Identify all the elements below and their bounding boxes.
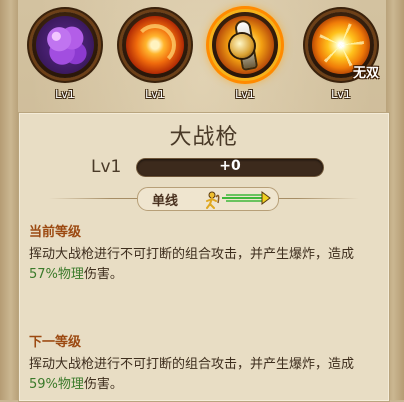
target-type-tag: 单线 <box>137 187 279 211</box>
skill-level-label: Lv1 <box>235 88 255 101</box>
fire-swirl-icon <box>126 16 184 74</box>
current-level-heading: 当前等级 <box>29 225 82 240</box>
desc-text-end: 伤害。 <box>83 267 123 282</box>
exp-progress-bar: +0 <box>137 158 323 176</box>
skill-title: 大战枪 <box>169 125 239 150</box>
target-type-label: 单线 <box>152 194 179 209</box>
skill-slot-burst[interactable]: 无双 Lv1 <box>303 12 379 104</box>
current-level-desc: 挥动大战枪进行不可打断的组合攻击，并产生爆炸，造成 57%物理伤害。 <box>29 245 379 285</box>
skill-slot-fire[interactable]: Lv1 <box>117 12 193 104</box>
spear-warrior-icon <box>216 16 274 74</box>
skill-slot-purple[interactable]: Lv1 <box>27 12 103 104</box>
skill-level: Lv1 <box>91 157 122 177</box>
skill-icon-frame <box>212 12 278 78</box>
damage-type: 物理 <box>57 377 84 392</box>
exp-value: +0 <box>219 158 241 174</box>
skill-icon-frame <box>122 12 188 78</box>
archer-arrow-icon <box>206 191 271 209</box>
skill-level-label: Lv1 <box>145 88 165 101</box>
warrior-helm <box>230 34 254 58</box>
next-level-heading: 下一等级 <box>29 335 82 350</box>
ultimate-badge: 无双 <box>352 66 379 81</box>
damage-type: 物理 <box>57 267 84 282</box>
skill-slot-spear-selected[interactable]: Lv1 <box>207 12 283 104</box>
desc-text-end: 伤害。 <box>83 377 123 392</box>
skill-icon-frame <box>32 12 98 78</box>
skill-detail-panel: 大战枪 Lv1 +0 单线 当前等级 挥动大战枪进行不可打断的组合攻击，并产生爆… <box>18 112 390 402</box>
skill-row: Lv1 Lv1 Lv1 无双 Lv1 <box>0 0 404 110</box>
skill-level-label: Lv1 <box>331 88 351 101</box>
purple-cloud-icon <box>36 16 94 74</box>
skill-level-label: Lv1 <box>55 88 75 101</box>
next-level-desc: 挥动大战枪进行不可打断的组合攻击，并产生爆炸，造成 59%物理伤害。 <box>29 355 379 395</box>
desc-text: 挥动大战枪进行不可打断的组合攻击，并产生爆炸，造成 <box>29 247 355 262</box>
damage-percent: 57% <box>29 267 58 282</box>
damage-percent: 59% <box>29 377 58 392</box>
desc-text: 挥动大战枪进行不可打断的组合攻击，并产生爆炸，造成 <box>29 357 355 372</box>
